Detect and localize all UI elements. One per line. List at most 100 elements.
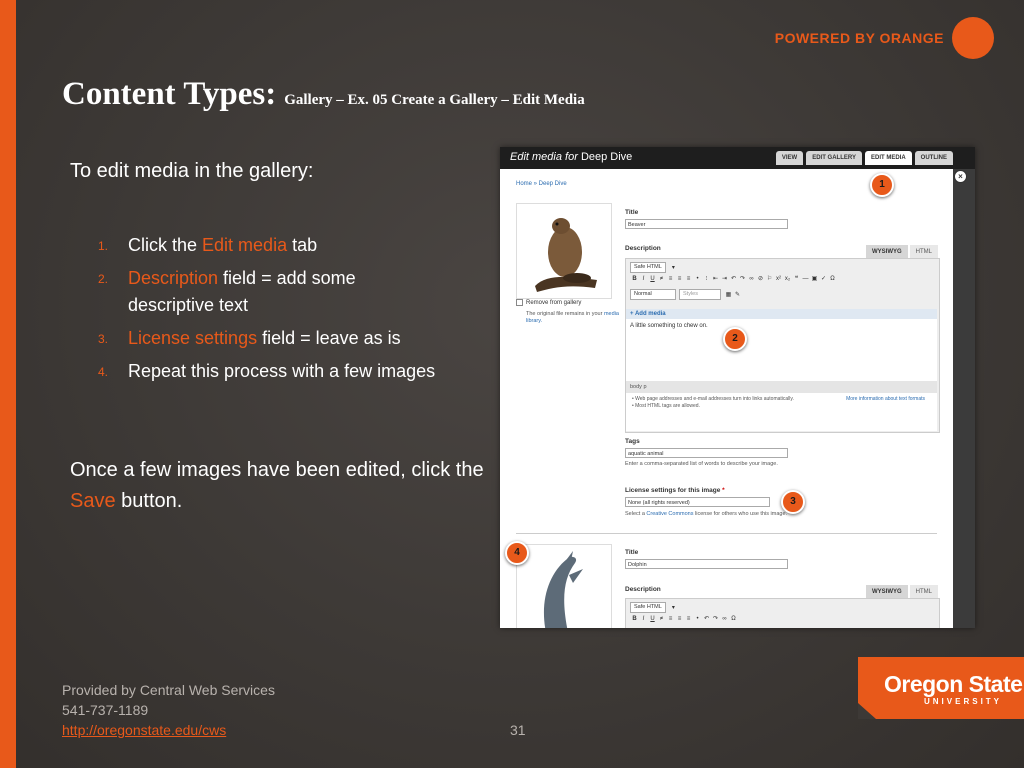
- outdent-icon[interactable]: ⇤: [711, 275, 720, 282]
- powered-by-orange: POWERED BY ORANGE: [775, 17, 994, 59]
- tab-edit-gallery[interactable]: EDIT GALLERY: [806, 151, 862, 165]
- callout-badge-2: 2: [723, 327, 747, 351]
- required-mark: *: [722, 487, 725, 494]
- undo-icon[interactable]: ↶: [702, 615, 711, 622]
- remove-label: Remove from gallery: [526, 299, 582, 306]
- step-text-after: tab: [287, 235, 318, 255]
- note-text: The original file remains in your: [526, 311, 603, 317]
- link-icon[interactable]: ∞: [747, 276, 756, 282]
- text-formats-link[interactable]: More information about text formats: [846, 396, 925, 403]
- tab-edit-media[interactable]: EDIT MEDIA: [864, 151, 912, 165]
- spellcheck-icon[interactable]: ✓: [819, 275, 828, 282]
- strikethrough-icon[interactable]: ≠: [657, 616, 666, 622]
- select-arrow-icon: ▾: [671, 265, 675, 271]
- text-format-select-2[interactable]: Safe HTML: [630, 602, 666, 613]
- paste-text-icon[interactable]: ✎: [733, 291, 742, 298]
- title-field[interactable]: Beaver: [625, 219, 788, 229]
- remove-checkbox[interactable]: [516, 299, 523, 306]
- remove-from-gallery[interactable]: Remove from gallery: [516, 299, 581, 306]
- omega-icon[interactable]: Ω: [729, 616, 738, 622]
- step-item: 3. License settings field = leave as is: [98, 325, 438, 352]
- underline-icon[interactable]: U: [648, 276, 657, 282]
- flag-icon[interactable]: ⚐: [765, 275, 774, 282]
- italic-icon[interactable]: I: [639, 276, 648, 282]
- title-field-2[interactable]: Dolphin: [625, 559, 788, 569]
- hint-text-2: Most HTML tags are allowed.: [635, 402, 700, 409]
- license-label-text: License settings for this image: [625, 487, 721, 494]
- footer-provider: Provided by Central Web Services: [62, 682, 275, 698]
- breadcrumb[interactable]: Home » Deep Dive: [516, 181, 567, 187]
- hint-line-2: • Most HTML tags are allowed.: [632, 402, 700, 409]
- screenshot-title-name: Deep Dive: [580, 151, 633, 163]
- title-label-2: Title: [625, 549, 639, 556]
- align-center-icon[interactable]: ≡: [675, 616, 684, 622]
- numbered-list-icon[interactable]: ⁝: [702, 275, 711, 282]
- align-center-icon[interactable]: ≡: [675, 276, 684, 282]
- table-icon[interactable]: ▦: [724, 291, 733, 298]
- step-item: 2. Description field = add some descript…: [98, 265, 438, 319]
- tab-wysiwyg-2[interactable]: WYSIWYG: [865, 585, 908, 599]
- horizontal-rule-icon[interactable]: ―: [801, 276, 810, 282]
- tab-outline[interactable]: OUTLINE: [914, 151, 953, 165]
- link-icon[interactable]: ∞: [720, 616, 729, 622]
- tab-view[interactable]: VIEW: [775, 151, 804, 165]
- left-accent-bar: [0, 0, 16, 768]
- align-right-icon[interactable]: ≡: [684, 616, 693, 622]
- closing-text-pre: Once a few images have been edited, clic…: [70, 459, 484, 481]
- editor-toolbar: B I U ≠ ≡ ≡ ≡ • ⁝ ⇤ ⇥ ↶ ↷ ∞ ⊘ ⚐ x² x₂ ❝ …: [630, 275, 837, 283]
- bullet-list-icon[interactable]: •: [693, 616, 702, 622]
- undo-icon[interactable]: ↶: [729, 275, 738, 282]
- superscript-icon[interactable]: x²: [774, 276, 783, 282]
- underline-icon[interactable]: U: [648, 616, 657, 622]
- description-body[interactable]: A little something to chew on.: [626, 319, 937, 381]
- footer-phone: 541-737-1189: [62, 702, 149, 718]
- creative-commons-link[interactable]: Creative Commons: [646, 511, 693, 517]
- footer: Provided by Central Web Services 541-737…: [62, 680, 275, 740]
- bold-icon[interactable]: B: [630, 276, 639, 282]
- editor-mode-tabs-2: WYSIWYG HTML: [864, 585, 938, 599]
- text-format-select[interactable]: Safe HTML: [630, 262, 666, 273]
- redo-icon[interactable]: ↷: [738, 275, 747, 282]
- footer-link[interactable]: http://oregonstate.edu/cws: [62, 722, 226, 738]
- align-right-icon[interactable]: ≡: [684, 276, 693, 282]
- step-number: 2.: [98, 272, 109, 286]
- tab-html[interactable]: HTML: [909, 245, 938, 259]
- step-number: 1.: [98, 239, 109, 253]
- closing-text-post: button.: [115, 490, 183, 512]
- screenshot-title: Edit media for Deep Dive: [510, 151, 632, 163]
- indent-icon[interactable]: ⇥: [720, 275, 729, 282]
- tab-html-2[interactable]: HTML: [909, 585, 938, 599]
- background-strip: [953, 169, 975, 628]
- tab-wysiwyg[interactable]: WYSIWYG: [865, 245, 908, 259]
- styles-select[interactable]: Styles: [679, 289, 721, 300]
- bullet-list-icon[interactable]: •: [693, 276, 702, 282]
- unlink-icon[interactable]: ⊘: [756, 275, 765, 282]
- tags-field[interactable]: aquatic animal: [625, 448, 788, 458]
- blockquote-icon[interactable]: ❝: [792, 275, 801, 282]
- redo-icon[interactable]: ↷: [711, 615, 720, 622]
- italic-icon[interactable]: I: [639, 616, 648, 622]
- bold-icon[interactable]: B: [630, 616, 639, 622]
- closing-text: Once a few images have been edited, clic…: [70, 455, 490, 517]
- image-icon[interactable]: ▣: [810, 275, 819, 282]
- align-left-icon[interactable]: ≡: [666, 276, 675, 282]
- close-icon[interactable]: ×: [954, 170, 967, 183]
- license-select[interactable]: None (all rights reserved): [625, 497, 770, 507]
- paragraph-format-select[interactable]: Normal: [630, 289, 676, 300]
- screenshot-tabs: VIEW EDIT GALLERY EDIT MEDIA OUTLINE: [773, 151, 953, 165]
- step-highlight: License settings: [128, 328, 258, 348]
- edit-media-screenshot: Edit media for Deep Dive VIEW EDIT GALLE…: [500, 147, 975, 628]
- step-item: 1. Click the Edit media tab: [98, 232, 438, 259]
- step-text: Repeat this process with a few images: [128, 361, 436, 381]
- select-arrow-icon: ▾: [671, 605, 675, 611]
- license-label: License settings for this image *: [625, 487, 725, 494]
- description-label: Description: [625, 245, 661, 252]
- hint-text-1: Web page addresses and e-mail addresses …: [635, 396, 794, 402]
- align-left-icon[interactable]: ≡: [666, 616, 675, 622]
- slide-title: Content Types: Gallery – Ex. 05 Create a…: [62, 76, 585, 113]
- add-media-button[interactable]: + Add media: [626, 309, 937, 319]
- omega-icon[interactable]: Ω: [828, 276, 837, 282]
- strikethrough-icon[interactable]: ≠: [657, 276, 666, 282]
- subscript-icon[interactable]: x₂: [783, 276, 792, 282]
- step-highlight: Edit media: [202, 235, 288, 255]
